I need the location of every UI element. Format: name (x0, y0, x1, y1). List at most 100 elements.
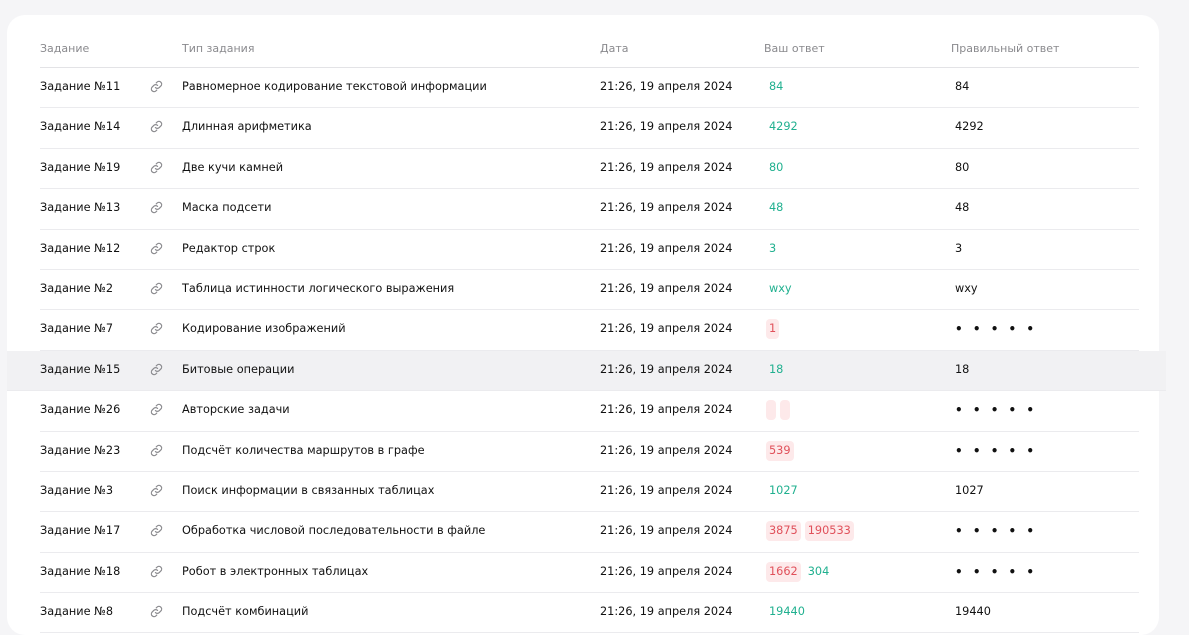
your-answer: 84 (766, 77, 786, 97)
link-icon[interactable] (150, 161, 164, 175)
table-row[interactable]: Задание №13 Маска подсети 21:26, 19 апреля… (40, 189, 1139, 230)
your-answer: 3 (766, 239, 779, 259)
answer-chip-correct: wxy (769, 281, 792, 295)
answer-chip-wrong: 1662 (766, 561, 801, 582)
link-icon[interactable] (150, 322, 164, 336)
your-answer: 18 (766, 360, 786, 380)
table-row[interactable]: Задание №23 Подсчёт количества маршрутов … (40, 432, 1139, 472)
answer-chip-correct: 1027 (769, 483, 798, 497)
your-answer: 539 (766, 440, 794, 461)
table-row[interactable]: Задание №18 Робот в электронных таблицах 2… (40, 553, 1139, 594)
task-number: Задание №26 (40, 403, 121, 417)
table-row[interactable]: Задание №8 Подсчёт комбинаций 21:26, 19 ап… (40, 593, 1139, 634)
table-row[interactable]: Задание №11 Равномерное кодирование текст… (40, 68, 1139, 109)
answer-chip-wrong: 1 (766, 319, 780, 340)
header-date: Дата (600, 42, 629, 55)
link-icon[interactable] (150, 524, 164, 538)
task-date: 21:26, 19 апреля 2024 (600, 160, 733, 174)
table-row[interactable]: Задание №3 Поиск информации в связанных т… (40, 472, 1139, 513)
task-type: Обработка числовой последовательности в … (182, 524, 486, 538)
header-task: Задание (40, 42, 90, 55)
task-type: Авторские задачи (182, 403, 290, 417)
task-date: 21:26, 19 апреля 2024 (600, 241, 733, 255)
link-icon[interactable] (150, 282, 164, 296)
answer-chip-wrong: 539 (766, 440, 794, 461)
link-icon[interactable] (150, 484, 164, 498)
answer-chip-correct: 19440 (769, 605, 805, 619)
answer-chip-wrong: 190533 (804, 521, 854, 542)
header-your-answer: Ваш ответ (764, 42, 825, 55)
task-date: 21:26, 19 апреля 2024 (600, 564, 733, 578)
your-answer: 80 (766, 158, 786, 178)
task-type: Равномерное кодирование текстовой информ… (182, 80, 487, 93)
task-type: Поиск информации в связанных таблицах (182, 483, 435, 497)
answer-chip-correct: 304 (807, 564, 830, 578)
task-date: 21:26, 19 апреля 2024 (600, 362, 733, 376)
answer-chip-correct: 18 (769, 362, 784, 376)
task-type: Кодирование изображений (182, 322, 346, 336)
task-type: Битовые операции (182, 362, 295, 376)
task-number: Задание №8 (40, 605, 114, 619)
link-icon[interactable] (150, 80, 164, 94)
your-answer: 4292 (766, 117, 801, 137)
correct-answer: • • • • • (955, 443, 1038, 458)
link-icon[interactable] (150, 120, 164, 134)
correct-answer: • • • • • (955, 322, 1038, 337)
table-row[interactable]: Задание №2 Таблица истинности логического… (40, 270, 1139, 311)
answer-chip-correct: 80 (769, 160, 784, 174)
answer-chip-correct: 84 (769, 80, 784, 93)
correct-answer: wxy (955, 281, 978, 295)
link-icon[interactable] (150, 242, 164, 256)
task-type: Таблица истинности логического выражения (182, 281, 455, 295)
task-type: Две кучи камней (182, 160, 284, 174)
correct-answer: 18 (955, 362, 970, 376)
correct-answer: • • • • • (955, 403, 1038, 418)
correct-answer: 80 (955, 160, 970, 174)
task-number: Задание №3 (40, 483, 114, 497)
task-number: Задание №12 (40, 241, 121, 255)
table-row[interactable]: Задание №7 Кодирование изображений 21:26, … (40, 310, 1139, 351)
link-icon[interactable] (150, 605, 164, 619)
task-number: Задание №23 (40, 443, 121, 457)
answer-chip-correct: 4292 (769, 120, 798, 134)
table-row[interactable]: Задание №19 Две кучи камней 21:26, 19 апре… (40, 149, 1139, 190)
your-answer (766, 400, 790, 421)
task-type: Подсчёт количества маршрутов в графе (182, 443, 425, 457)
header-type: Тип задания (182, 42, 255, 55)
task-date: 21:26, 19 апреля 2024 (600, 120, 733, 134)
correct-answer: 3 (955, 241, 963, 255)
table-row[interactable]: Задание №14 Длинная арифметика 21:26, 19 а… (40, 108, 1139, 149)
your-answer: 1662 304 (766, 561, 832, 582)
link-icon[interactable] (150, 565, 164, 579)
link-icon[interactable] (150, 403, 164, 417)
task-number: Задание №15 (40, 362, 121, 376)
task-date: 21:26, 19 апреля 2024 (600, 524, 733, 538)
link-icon[interactable] (150, 444, 164, 458)
your-answer: 19440 (766, 602, 808, 622)
task-number: Задание №17 (40, 524, 121, 538)
your-answer: 1027 (766, 481, 801, 501)
task-type: Длинная арифметика (182, 120, 312, 134)
task-type: Редактор строк (182, 241, 276, 255)
table-row[interactable]: Задание №15 Битовые операции 21:26, 19 апр… (7, 350, 1166, 392)
task-number: Задание №18 (40, 564, 121, 578)
task-number: Задание №2 (40, 281, 114, 295)
correct-answer: 19440 (955, 605, 991, 619)
table-row[interactable]: Задание №26 Авторские задачи 21:26, 19 апр… (40, 391, 1139, 432)
correct-answer: • • • • • (955, 524, 1038, 539)
correct-answer: • • • • • (955, 564, 1038, 579)
task-date: 21:26, 19 апреля 2024 (600, 403, 733, 417)
task-type: Робот в электронных таблицах (182, 564, 369, 578)
table-body: Задание №11 Равномерное кодирование текст… (7, 68, 1166, 634)
link-icon[interactable] (150, 363, 164, 377)
table-header: Задание Тип задания Дата Ваш ответ Прави… (40, 32, 1139, 68)
answer-chip-wrong (780, 400, 790, 421)
task-number: Задание №19 (40, 160, 121, 174)
table-row[interactable]: Задание №12 Редактор строк 21:26, 19 апрел… (40, 230, 1139, 270)
link-icon[interactable] (150, 201, 164, 215)
task-date: 21:26, 19 апреля 2024 (600, 322, 733, 336)
task-number: Задание №14 (40, 120, 121, 134)
table-row[interactable]: Задание №17 Обработка числовой последоват… (40, 512, 1139, 553)
results-table: Задание Тип задания Дата Ваш ответ Прави… (7, 32, 1166, 634)
task-date: 21:26, 19 апреля 2024 (600, 605, 733, 619)
